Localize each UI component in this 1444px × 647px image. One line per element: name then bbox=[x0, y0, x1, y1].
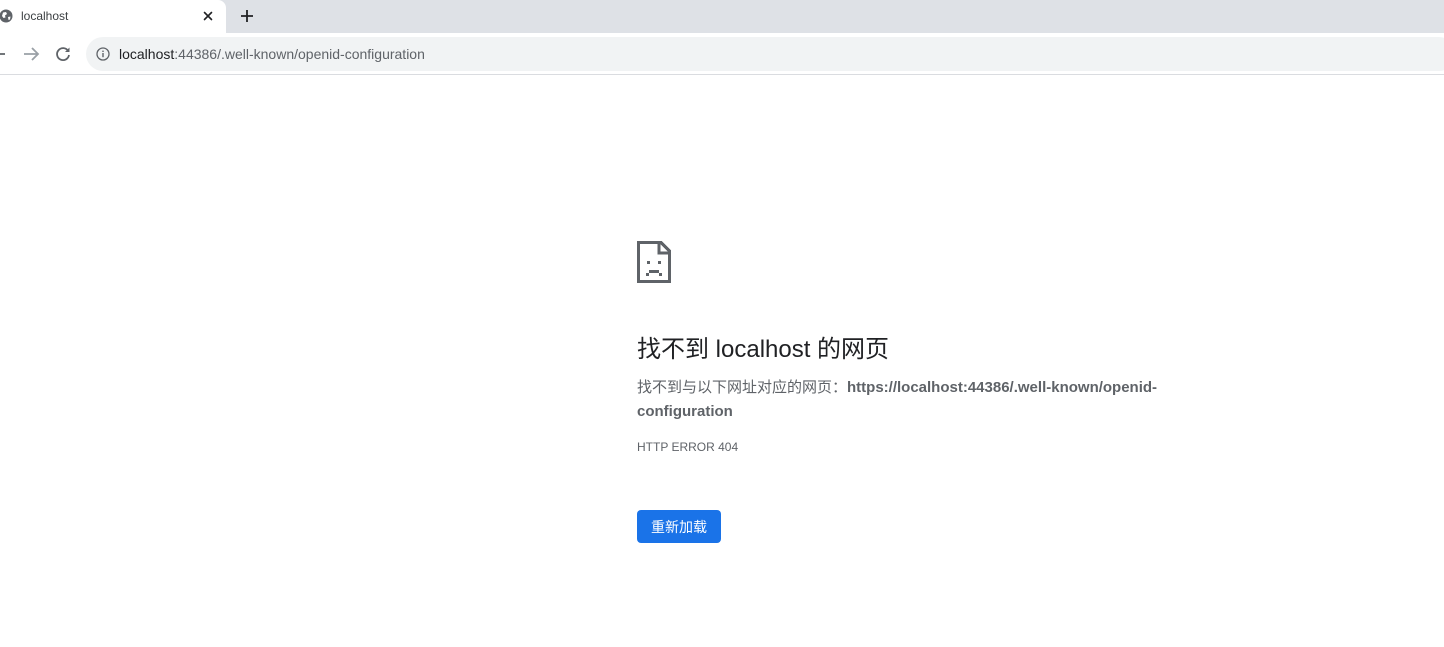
url-host: localhost bbox=[119, 46, 175, 62]
browser-toolbar: localhost:44386/.well-known/openid-confi… bbox=[0, 33, 1444, 75]
sad-page-icon bbox=[637, 241, 671, 283]
error-code: HTTP ERROR 404 bbox=[637, 440, 739, 454]
tab-localhost[interactable]: localhost bbox=[0, 0, 226, 33]
tab-title: localhost bbox=[21, 9, 69, 23]
error-description: 找不到与以下网址对应的网页：https://localhost:44386/.w… bbox=[637, 376, 1197, 424]
reload-icon[interactable] bbox=[53, 44, 73, 64]
url-text[interactable]: localhost:44386/.well-known/openid-confi… bbox=[119, 46, 425, 62]
error-heading: 找不到 localhost 的网页 bbox=[637, 336, 890, 363]
address-bar[interactable]: localhost:44386/.well-known/openid-confi… bbox=[86, 37, 1444, 71]
plus-icon[interactable] bbox=[237, 6, 257, 26]
reload-button[interactable]: 重新加载 bbox=[637, 510, 721, 543]
back-arrow-icon[interactable] bbox=[0, 44, 8, 64]
url-path: :44386/.well-known/openid-configuration bbox=[174, 46, 425, 62]
error-description-prefix: 找不到与以下网址对应的网页： bbox=[637, 379, 848, 396]
close-icon[interactable] bbox=[200, 8, 216, 24]
tab-strip: localhost bbox=[0, 0, 1444, 33]
globe-icon bbox=[0, 9, 13, 23]
info-icon[interactable] bbox=[96, 47, 110, 61]
forward-arrow-icon[interactable] bbox=[21, 44, 41, 64]
